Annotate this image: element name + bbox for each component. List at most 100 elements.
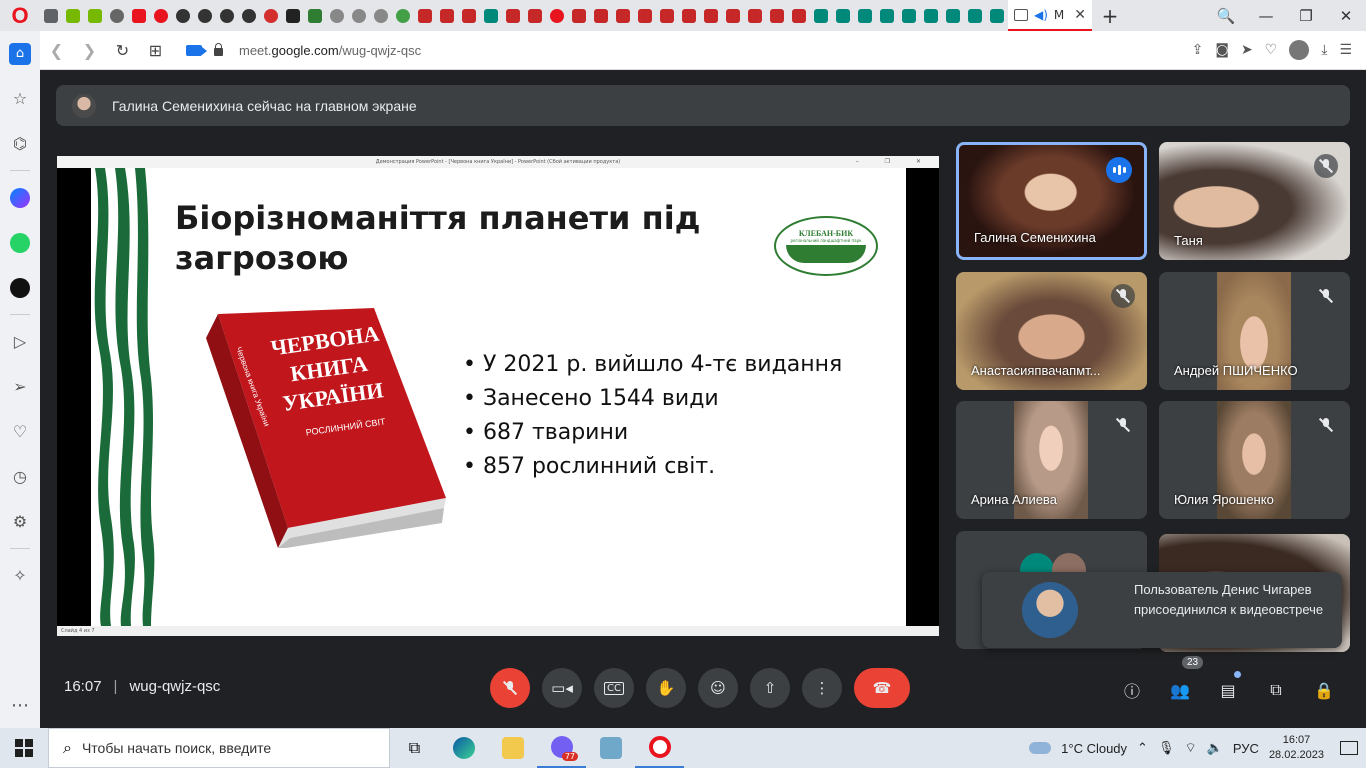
download-icon[interactable]: ⤓ xyxy=(1321,42,1327,58)
weather-cloud-icon[interactable] xyxy=(1029,742,1052,754)
tab-pinned[interactable] xyxy=(348,0,370,31)
send-flow-icon[interactable]: ➢ xyxy=(0,364,40,409)
snapshot-icon[interactable]: ◙ xyxy=(1215,42,1229,58)
history-icon[interactable]: ◷ xyxy=(0,454,40,499)
share-icon[interactable]: ⇪ xyxy=(1192,42,1204,58)
tab-pinned[interactable] xyxy=(876,0,898,31)
tab-pinned[interactable] xyxy=(766,0,788,31)
participant-tile[interactable]: Андрей ПШИЧЕНКО xyxy=(1159,272,1350,390)
tab-pinned[interactable] xyxy=(304,0,326,31)
tab-pinned[interactable] xyxy=(964,0,986,31)
minimize-button[interactable]: — xyxy=(1246,7,1286,25)
volume-icon[interactable]: 🔈 xyxy=(1207,740,1223,756)
tab-pinned[interactable] xyxy=(172,0,194,31)
activities-button[interactable]: ⧉ xyxy=(1262,676,1290,704)
tab-pinned[interactable] xyxy=(524,0,546,31)
new-tab-button[interactable]: + xyxy=(1092,4,1128,28)
tab-pinned[interactable] xyxy=(150,0,172,31)
tab-google-meet[interactable]: ◀) М ✕ xyxy=(1008,0,1092,31)
windows-start-button[interactable] xyxy=(0,728,48,768)
tab-pinned[interactable] xyxy=(502,0,524,31)
tab-pinned[interactable] xyxy=(744,0,766,31)
language-indicator[interactable]: РУС xyxy=(1233,741,1259,756)
tab-pinned[interactable] xyxy=(238,0,260,31)
tab-pinned[interactable] xyxy=(612,0,634,31)
tab-pinned[interactable] xyxy=(634,0,656,31)
tab-pinned[interactable] xyxy=(436,0,458,31)
tab-close-icon[interactable]: ✕ xyxy=(1074,7,1086,23)
messenger-icon[interactable] xyxy=(0,175,40,220)
reactions-button[interactable]: ☺ xyxy=(698,668,738,708)
participant-tile[interactable]: Таня xyxy=(1159,142,1350,260)
tab-pinned[interactable] xyxy=(260,0,282,31)
tab-pinned[interactable] xyxy=(722,0,744,31)
host-controls-button[interactable]: 🔒 xyxy=(1310,676,1338,704)
tiktok-icon[interactable] xyxy=(0,265,40,310)
task-view-button[interactable]: ⧉ xyxy=(390,728,439,768)
star-icon[interactable]: ☆ xyxy=(0,76,40,121)
tab-pinned[interactable] xyxy=(392,0,414,31)
speaker-icon[interactable]: ◀) xyxy=(1034,8,1048,22)
captions-button[interactable]: CC xyxy=(594,668,634,708)
tab-pinned[interactable] xyxy=(414,0,436,31)
present-button[interactable]: ⇧ xyxy=(750,668,790,708)
tab-pinned[interactable] xyxy=(920,0,942,31)
tab-pinned[interactable] xyxy=(194,0,216,31)
tab-pinned[interactable] xyxy=(700,0,722,31)
maximize-button[interactable]: ❐ xyxy=(1286,7,1326,25)
chat-button[interactable]: ▤ xyxy=(1214,676,1242,704)
tab-pinned[interactable] xyxy=(128,0,150,31)
whatsapp-icon[interactable] xyxy=(0,220,40,265)
tab-pinned[interactable] xyxy=(40,0,62,31)
url-field[interactable]: meet.google.com/wug-qwjz-qsc xyxy=(239,43,421,58)
tab-pinned[interactable] xyxy=(84,0,106,31)
tab-pinned[interactable] xyxy=(106,0,128,31)
tab-pinned[interactable] xyxy=(788,0,810,31)
meeting-details-button[interactable]: ⓘ xyxy=(1118,676,1146,704)
file-explorer-app[interactable] xyxy=(488,728,537,768)
tab-pinned[interactable] xyxy=(832,0,854,31)
notifications-icon[interactable] xyxy=(1340,741,1358,755)
tab-pinned[interactable] xyxy=(898,0,920,31)
tab-pinned[interactable] xyxy=(282,0,304,31)
tab-pinned[interactable] xyxy=(810,0,832,31)
close-window-button[interactable]: ✕ xyxy=(1326,7,1366,25)
tab-pinned[interactable] xyxy=(62,0,84,31)
profile-avatar[interactable] xyxy=(1289,40,1310,60)
network-icon[interactable]: ⌔ xyxy=(1184,740,1196,756)
raise-hand-button[interactable]: ✋ xyxy=(646,668,686,708)
mic-tray-icon[interactable]: 🎙 xyxy=(1158,740,1175,756)
tab-pinned[interactable] xyxy=(216,0,238,31)
more-icon[interactable]: ⋯ xyxy=(11,695,29,716)
participant-tile[interactable]: Юлия Ярошенко xyxy=(1159,401,1350,519)
apps-icon[interactable]: ⌬ xyxy=(0,121,40,166)
leave-call-button[interactable]: ☎ xyxy=(854,668,910,708)
tab-pinned[interactable] xyxy=(590,0,612,31)
tips-bulb-icon[interactable]: ✧ xyxy=(0,553,40,598)
taskbar-search[interactable]: ⌕ Чтобы начать поиск, введите xyxy=(48,728,390,768)
home-icon[interactable]: ⌂ xyxy=(0,31,40,76)
weather-text[interactable]: 1°C Cloudy xyxy=(1061,741,1127,756)
menu-icon[interactable]: ☰ xyxy=(1339,42,1352,58)
people-button[interactable]: 👥 xyxy=(1166,676,1194,704)
opera-app[interactable] xyxy=(635,728,684,768)
clock[interactable]: 16:07 28.02.2023 xyxy=(1269,733,1324,763)
heart-icon[interactable]: ♡ xyxy=(1265,42,1278,58)
send-icon[interactable]: ➤ xyxy=(1241,42,1253,58)
reload-button[interactable]: ↻ xyxy=(106,41,139,60)
back-button[interactable]: ❮ xyxy=(40,41,73,60)
tab-pinned[interactable] xyxy=(942,0,964,31)
opera-menu-icon[interactable]: O xyxy=(0,0,40,31)
tab-pinned[interactable] xyxy=(678,0,700,31)
tab-pinned[interactable] xyxy=(480,0,502,31)
main-stage-presentation[interactable]: Демонстрация PowerPoint - [Червона книга… xyxy=(57,156,939,636)
lock-icon[interactable] xyxy=(214,43,223,56)
camera-indicator-icon[interactable] xyxy=(186,44,207,56)
favorites-heart-icon[interactable]: ♡ xyxy=(0,409,40,454)
app-window[interactable] xyxy=(586,728,635,768)
tab-pinned[interactable] xyxy=(656,0,678,31)
tab-pinned[interactable] xyxy=(546,0,568,31)
participant-tile[interactable]: Галина Семенихина xyxy=(956,142,1147,260)
mic-off-button[interactable] xyxy=(490,668,530,708)
participant-tile[interactable]: Анастасияпвачапмт... xyxy=(956,272,1147,390)
